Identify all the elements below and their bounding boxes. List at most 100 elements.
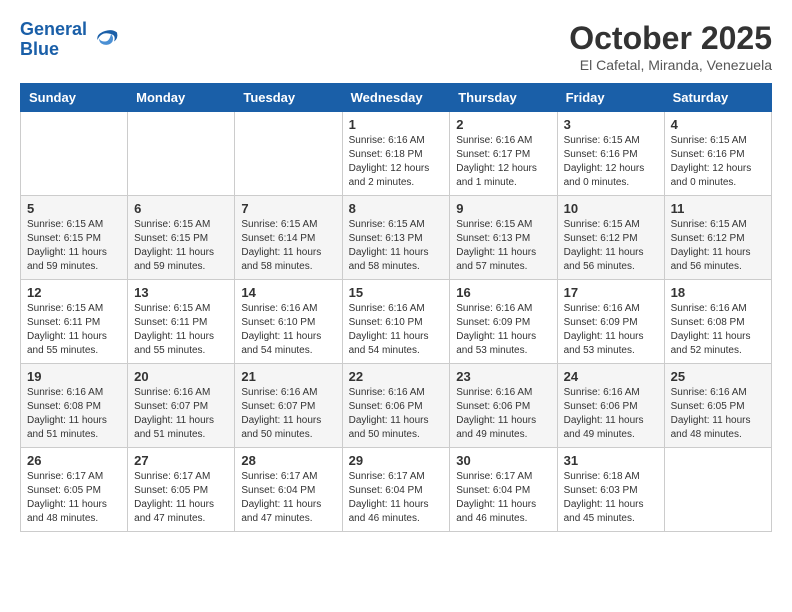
day-info: Sunrise: 6:16 AM Sunset: 6:18 PM Dayligh… <box>349 134 444 190</box>
calendar-day-cell: 2 Sunrise: 6:16 AM Sunset: 6:17 PM Daylig… <box>450 112 557 196</box>
day-info: Sunrise: 6:15 AM Sunset: 6:15 PM Dayligh… <box>134 218 228 274</box>
calendar-day-cell: 3 Sunrise: 6:15 AM Sunset: 6:16 PM Daylig… <box>557 112 664 196</box>
day-info: Sunrise: 6:17 AM Sunset: 6:04 PM Dayligh… <box>241 470 335 526</box>
calendar-week-5: 26 Sunrise: 6:17 AM Sunset: 6:05 PM Dayli… <box>21 448 772 532</box>
day-info: Sunrise: 6:16 AM Sunset: 6:07 PM Dayligh… <box>241 386 335 442</box>
day-number: 14 <box>241 285 335 300</box>
day-number: 29 <box>349 453 444 468</box>
day-number: 23 <box>456 369 550 384</box>
column-header-friday: Friday <box>557 84 664 112</box>
calendar-day-cell: 8 Sunrise: 6:15 AM Sunset: 6:13 PM Daylig… <box>342 196 450 280</box>
day-info: Sunrise: 6:15 AM Sunset: 6:13 PM Dayligh… <box>349 218 444 274</box>
column-header-thursday: Thursday <box>450 84 557 112</box>
calendar-day-cell: 5Sunrise: 6:15 AM Sunset: 6:15 PM Daylig… <box>21 196 128 280</box>
calendar-day-cell <box>664 448 771 532</box>
day-info: Sunrise: 6:15 AM Sunset: 6:14 PM Dayligh… <box>241 218 335 274</box>
day-number: 24 <box>564 369 658 384</box>
day-number: 1 <box>349 117 444 132</box>
day-info: Sunrise: 6:16 AM Sunset: 6:17 PM Dayligh… <box>456 134 550 190</box>
location-subtitle: El Cafetal, Miranda, Venezuela <box>569 57 772 73</box>
calendar-day-cell: 22 Sunrise: 6:16 AM Sunset: 6:06 PM Dayli… <box>342 364 450 448</box>
calendar-day-cell <box>128 112 235 196</box>
month-title: October 2025 <box>569 20 772 57</box>
column-header-sunday: Sunday <box>21 84 128 112</box>
day-info: Sunrise: 6:15 AM Sunset: 6:12 PM Dayligh… <box>671 218 765 274</box>
day-info: Sunrise: 6:15 AM Sunset: 6:16 PM Dayligh… <box>564 134 658 190</box>
calendar-week-1: 1 Sunrise: 6:16 AM Sunset: 6:18 PM Daylig… <box>21 112 772 196</box>
day-info: Sunrise: 6:15 AM Sunset: 6:13 PM Dayligh… <box>456 218 550 274</box>
calendar-day-cell: 29Sunrise: 6:17 AM Sunset: 6:04 PM Dayli… <box>342 448 450 532</box>
calendar-table: SundayMondayTuesdayWednesdayThursdayFrid… <box>20 83 772 532</box>
calendar-day-cell: 10 Sunrise: 6:15 AM Sunset: 6:12 PM Dayli… <box>557 196 664 280</box>
day-number: 17 <box>564 285 658 300</box>
logo-bird-icon <box>90 25 120 55</box>
day-info: Sunrise: 6:16 AM Sunset: 6:08 PM Dayligh… <box>27 386 121 442</box>
day-info: Sunrise: 6:17 AM Sunset: 6:05 PM Dayligh… <box>134 470 228 526</box>
column-header-tuesday: Tuesday <box>235 84 342 112</box>
logo-text: GeneralBlue <box>20 20 87 60</box>
calendar-week-3: 12 Sunrise: 6:15 AM Sunset: 6:11 PM Dayli… <box>21 280 772 364</box>
day-number: 3 <box>564 117 658 132</box>
logo: GeneralBlue <box>20 20 120 60</box>
calendar-day-cell: 16 Sunrise: 6:16 AM Sunset: 6:09 PM Dayli… <box>450 280 557 364</box>
day-info: Sunrise: 6:16 AM Sunset: 6:09 PM Dayligh… <box>564 302 658 358</box>
calendar-day-cell: 6 Sunrise: 6:15 AM Sunset: 6:15 PM Daylig… <box>128 196 235 280</box>
day-number: 30 <box>456 453 550 468</box>
day-number: 7 <box>241 201 335 216</box>
day-number: 27 <box>134 453 228 468</box>
day-info: Sunrise: 6:18 AM Sunset: 6:03 PM Dayligh… <box>564 470 658 526</box>
day-info: Sunrise: 6:16 AM Sunset: 6:05 PM Dayligh… <box>671 386 765 442</box>
calendar-day-cell: 26Sunrise: 6:17 AM Sunset: 6:05 PM Dayli… <box>21 448 128 532</box>
calendar-day-cell: 4Sunrise: 6:15 AM Sunset: 6:16 PM Daylig… <box>664 112 771 196</box>
calendar-day-cell: 19Sunrise: 6:16 AM Sunset: 6:08 PM Dayli… <box>21 364 128 448</box>
day-number: 21 <box>241 369 335 384</box>
calendar-day-cell: 1 Sunrise: 6:16 AM Sunset: 6:18 PM Daylig… <box>342 112 450 196</box>
day-info: Sunrise: 6:15 AM Sunset: 6:12 PM Dayligh… <box>564 218 658 274</box>
day-number: 10 <box>564 201 658 216</box>
calendar-day-cell: 23Sunrise: 6:16 AM Sunset: 6:06 PM Dayli… <box>450 364 557 448</box>
day-number: 16 <box>456 285 550 300</box>
day-info: Sunrise: 6:15 AM Sunset: 6:16 PM Dayligh… <box>671 134 765 190</box>
calendar-day-cell: 31 Sunrise: 6:18 AM Sunset: 6:03 PM Dayli… <box>557 448 664 532</box>
calendar-day-cell: 27 Sunrise: 6:17 AM Sunset: 6:05 PM Dayli… <box>128 448 235 532</box>
calendar-day-cell: 24Sunrise: 6:16 AM Sunset: 6:06 PM Dayli… <box>557 364 664 448</box>
calendar-day-cell: 9 Sunrise: 6:15 AM Sunset: 6:13 PM Daylig… <box>450 196 557 280</box>
day-number: 25 <box>671 369 765 384</box>
page-header: GeneralBlue October 2025 El Cafetal, Mir… <box>20 20 772 73</box>
calendar-day-cell: 25 Sunrise: 6:16 AM Sunset: 6:05 PM Dayli… <box>664 364 771 448</box>
day-number: 20 <box>134 369 228 384</box>
day-number: 12 <box>27 285 121 300</box>
calendar-day-cell: 30 Sunrise: 6:17 AM Sunset: 6:04 PM Dayli… <box>450 448 557 532</box>
day-info: Sunrise: 6:17 AM Sunset: 6:04 PM Dayligh… <box>456 470 550 526</box>
column-header-saturday: Saturday <box>664 84 771 112</box>
day-info: Sunrise: 6:15 AM Sunset: 6:15 PM Dayligh… <box>27 218 121 274</box>
day-info: Sunrise: 6:16 AM Sunset: 6:06 PM Dayligh… <box>349 386 444 442</box>
calendar-header-row: SundayMondayTuesdayWednesdayThursdayFrid… <box>21 84 772 112</box>
column-header-monday: Monday <box>128 84 235 112</box>
day-number: 22 <box>349 369 444 384</box>
column-header-wednesday: Wednesday <box>342 84 450 112</box>
calendar-day-cell: 14Sunrise: 6:16 AM Sunset: 6:10 PM Dayli… <box>235 280 342 364</box>
day-number: 6 <box>134 201 228 216</box>
day-info: Sunrise: 6:16 AM Sunset: 6:08 PM Dayligh… <box>671 302 765 358</box>
day-number: 15 <box>349 285 444 300</box>
calendar-day-cell: 13 Sunrise: 6:15 AM Sunset: 6:11 PM Dayli… <box>128 280 235 364</box>
day-number: 18 <box>671 285 765 300</box>
calendar-day-cell: 28Sunrise: 6:17 AM Sunset: 6:04 PM Dayli… <box>235 448 342 532</box>
day-number: 2 <box>456 117 550 132</box>
calendar-day-cell <box>235 112 342 196</box>
calendar-week-2: 5Sunrise: 6:15 AM Sunset: 6:15 PM Daylig… <box>21 196 772 280</box>
day-number: 11 <box>671 201 765 216</box>
calendar-day-cell: 7 Sunrise: 6:15 AM Sunset: 6:14 PM Daylig… <box>235 196 342 280</box>
day-info: Sunrise: 6:16 AM Sunset: 6:09 PM Dayligh… <box>456 302 550 358</box>
calendar-day-cell: 20 Sunrise: 6:16 AM Sunset: 6:07 PM Dayli… <box>128 364 235 448</box>
day-number: 31 <box>564 453 658 468</box>
day-info: Sunrise: 6:16 AM Sunset: 6:10 PM Dayligh… <box>349 302 444 358</box>
day-number: 9 <box>456 201 550 216</box>
day-info: Sunrise: 6:16 AM Sunset: 6:07 PM Dayligh… <box>134 386 228 442</box>
day-number: 26 <box>27 453 121 468</box>
calendar-day-cell: 21 Sunrise: 6:16 AM Sunset: 6:07 PM Dayli… <box>235 364 342 448</box>
day-number: 8 <box>349 201 444 216</box>
day-info: Sunrise: 6:15 AM Sunset: 6:11 PM Dayligh… <box>134 302 228 358</box>
day-number: 13 <box>134 285 228 300</box>
